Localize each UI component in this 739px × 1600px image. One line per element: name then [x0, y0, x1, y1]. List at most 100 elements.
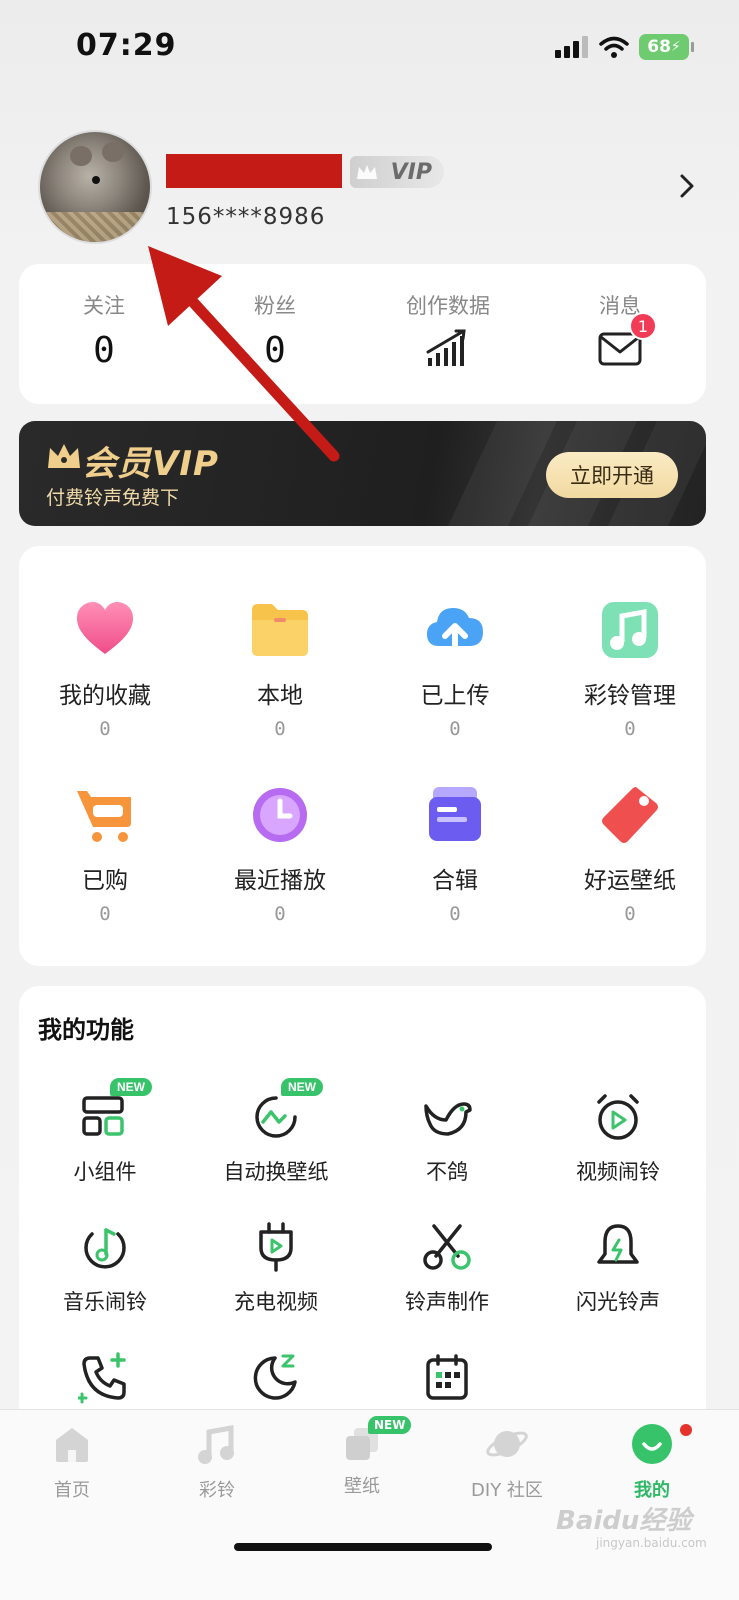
functions-title: 我的功能 — [38, 1016, 134, 1044]
nav-ringback[interactable]: 彩铃 — [157, 1422, 277, 1502]
func-calendar[interactable] — [361, 1350, 533, 1404]
nav-label: DIY 社区 — [471, 1480, 543, 1501]
video-alarm-icon — [597, 1094, 639, 1140]
phone-add-icon — [76, 1352, 126, 1404]
grid-label: 彩铃管理 — [584, 683, 676, 709]
func-widget[interactable]: NEW 小组件 — [19, 1078, 191, 1186]
grid-item-favorites[interactable]: 我的收藏 0 — [19, 598, 191, 740]
nav-label: 我的 — [634, 1480, 670, 1501]
username-redacted — [166, 154, 342, 188]
planet-icon — [486, 1431, 528, 1457]
func-video-alarm[interactable]: 视频闹铃 — [532, 1090, 704, 1186]
grid-label: 本地 — [257, 683, 303, 709]
stat-creation-data[interactable]: 创作数据 — [388, 290, 508, 372]
stat-label: 消息 — [599, 294, 641, 318]
charge-video-icon — [259, 1222, 293, 1272]
notification-dot — [680, 1424, 692, 1436]
moon-icon — [253, 1354, 297, 1400]
func-label: 视频闹铃 — [576, 1160, 660, 1184]
watermark-url: jingyan.baidu.com — [596, 1536, 707, 1550]
func-sleep[interactable] — [190, 1350, 362, 1404]
widget-icon — [82, 1096, 124, 1136]
grid-item-recent-play[interactable]: 最近播放 0 — [194, 783, 366, 925]
home-indicator — [234, 1543, 492, 1551]
grid-count: 0 — [274, 718, 286, 740]
stat-label: 粉丝 — [254, 294, 296, 318]
activate-vip-button[interactable]: 立即开通 — [546, 452, 678, 498]
stat-followers[interactable]: 粉丝 0 — [215, 290, 335, 371]
cart-icon — [77, 791, 131, 842]
grid-item-local[interactable]: 本地 0 — [194, 598, 366, 740]
music-alarm-icon — [84, 1228, 126, 1269]
func-ringtone-maker[interactable]: 铃声制作 — [361, 1220, 533, 1316]
grid-label: 已购 — [82, 868, 128, 894]
crown-icon — [48, 444, 80, 468]
battery-level: 68 — [647, 37, 671, 57]
stat-label: 关注 — [83, 294, 125, 318]
func-auto-wallpaper[interactable]: NEW 自动换壁纸 — [190, 1078, 362, 1186]
vip-subtitle: 付费铃声免费下 — [46, 487, 180, 509]
grid-count: 0 — [624, 718, 636, 740]
status-icons: 68 ⚡ — [555, 34, 694, 60]
vip-badge-label: VIP — [390, 159, 432, 185]
func-flash-ringtone[interactable]: 闪光铃声 — [532, 1220, 704, 1316]
stat-value: 0 — [264, 330, 286, 371]
grid-count: 0 — [99, 903, 111, 925]
home-icon — [56, 1428, 88, 1462]
nav-diy-community[interactable]: DIY 社区 — [447, 1422, 567, 1502]
func-bird[interactable]: 不鸽 — [361, 1090, 533, 1186]
grid-count: 0 — [624, 903, 636, 925]
scissors-icon — [423, 1224, 471, 1270]
nav-profile[interactable]: 我的 — [592, 1422, 712, 1502]
new-tag: NEW — [281, 1078, 323, 1096]
calendar-icon — [426, 1354, 468, 1400]
grid-count: 0 — [449, 903, 461, 925]
grid-label: 最近播放 — [234, 868, 326, 894]
heart-icon — [77, 602, 133, 654]
grid-item-album[interactable]: 合辑 0 — [369, 783, 541, 925]
func-label: 不鸽 — [426, 1160, 468, 1184]
stats-card: 关注 0 粉丝 0 创作数据 消息 — [19, 264, 706, 404]
cloud-upload-icon — [427, 608, 483, 657]
avatar[interactable] — [38, 130, 152, 244]
grid-label: 合辑 — [432, 868, 478, 894]
signal-icon — [555, 36, 588, 58]
music-note-icon — [198, 1425, 234, 1464]
vip-title: 会员VIP — [82, 444, 219, 484]
stat-label: 创作数据 — [406, 294, 490, 318]
crown-icon — [357, 165, 377, 179]
music-note-icon — [602, 602, 658, 658]
bird-icon — [424, 1102, 472, 1136]
grid-item-purchased[interactable]: 已购 0 — [19, 783, 191, 925]
stat-following[interactable]: 关注 0 — [44, 290, 164, 371]
func-label: 小组件 — [73, 1160, 137, 1184]
chevron-right-icon[interactable] — [675, 172, 699, 200]
grid-item-ringback-manage[interactable]: 彩铃管理 0 — [544, 598, 716, 740]
nav-label: 彩铃 — [199, 1480, 235, 1501]
func-label: 自动换壁纸 — [223, 1160, 329, 1184]
new-tag: NEW — [368, 1416, 412, 1434]
phone-number: 156****8986 — [166, 204, 326, 230]
func-charge-video[interactable]: 充电视频 — [190, 1220, 362, 1316]
battery-indicator: 68 ⚡ — [639, 34, 694, 60]
watermark: Baidu经验 — [556, 1506, 692, 1536]
vip-badge[interactable]: VIP — [350, 156, 444, 188]
album-icon — [429, 787, 481, 841]
grid-item-lucky-wallpaper[interactable]: 好运壁纸 0 — [544, 783, 716, 925]
func-music-alarm[interactable]: 音乐闹铃 — [19, 1220, 191, 1316]
lucky-tag-icon — [602, 787, 658, 843]
func-phone-add[interactable] — [19, 1350, 191, 1404]
func-label: 音乐闹铃 — [63, 1290, 147, 1314]
message-badge: 1 — [629, 312, 657, 340]
nav-home[interactable]: 首页 — [12, 1422, 132, 1502]
auto-wallpaper-icon — [255, 1096, 297, 1138]
nav-wallpaper[interactable]: NEW 壁纸 — [302, 1416, 422, 1498]
profile-icon — [632, 1424, 672, 1464]
grid-item-uploaded[interactable]: 已上传 0 — [369, 598, 541, 740]
stat-value: 0 — [93, 330, 115, 371]
stat-messages[interactable]: 消息 — [560, 290, 680, 372]
func-label: 充电视频 — [234, 1290, 318, 1314]
new-tag: NEW — [110, 1078, 152, 1096]
chart-icon — [426, 329, 466, 366]
folder-icon — [252, 604, 308, 656]
